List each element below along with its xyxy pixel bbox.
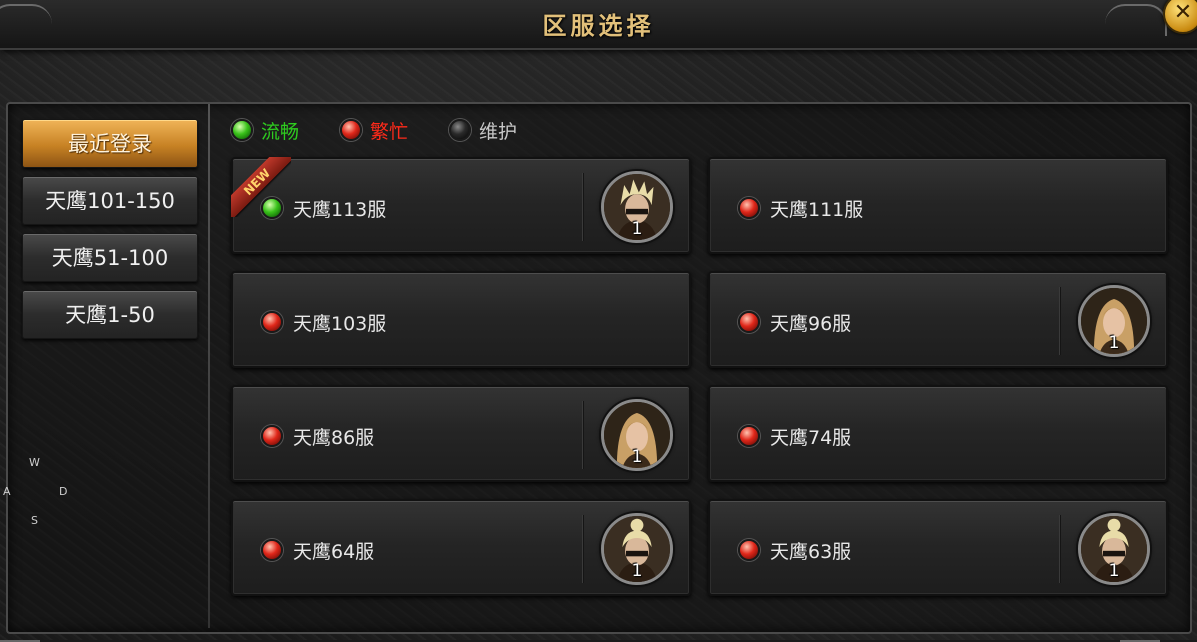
server-name: 天鹰96服 — [770, 313, 852, 335]
status-red-icon — [340, 119, 362, 141]
status-red-icon — [261, 539, 283, 561]
character-level: 1 — [631, 561, 643, 581]
status-red-icon — [261, 425, 283, 447]
server-card-113[interactable]: 天鹰113服 1 NEW — [231, 157, 691, 254]
character-level: 1 — [1108, 333, 1120, 353]
server-card-111[interactable]: 天鹰111服 — [708, 157, 1168, 254]
server-card-64[interactable]: 天鹰64服 1 — [231, 499, 691, 596]
server-card-86[interactable]: 天鹰86服 1 — [231, 385, 691, 482]
panel-divider — [208, 104, 210, 628]
server-name: 天鹰64服 — [293, 541, 375, 563]
tab-recent-login[interactable]: 最近登录 — [22, 119, 198, 168]
server-name: 天鹰63服 — [770, 541, 852, 563]
legend-label: 流畅 — [261, 120, 300, 143]
server-name: 天鹰86服 — [293, 427, 375, 449]
new-badge-label: NEW — [231, 157, 291, 217]
server-name: 天鹰113服 — [293, 199, 387, 221]
window-title: 区服选择 — [542, 12, 655, 40]
status-red-icon — [738, 197, 760, 219]
character-level: 1 — [631, 447, 643, 467]
status-red-icon — [738, 311, 760, 333]
key-hint-w: W — [29, 456, 40, 469]
legend-label: 繁忙 — [370, 120, 409, 143]
card-separator — [582, 173, 583, 241]
server-card-103[interactable]: 天鹰103服 — [231, 271, 691, 368]
character-level: 1 — [1108, 561, 1120, 581]
character-avatar[interactable]: 1 — [601, 513, 673, 585]
character-avatar[interactable]: 1 — [601, 399, 673, 471]
card-separator — [1059, 287, 1060, 355]
legend-maintenance: 维护 — [449, 118, 518, 143]
tab-tianying-101-150[interactable]: 天鹰101-150 — [22, 176, 198, 225]
key-hint-s: S — [31, 514, 38, 527]
character-avatar[interactable]: 1 — [1078, 513, 1150, 585]
character-level: 1 — [631, 219, 643, 239]
key-hint-d: D — [59, 485, 68, 498]
character-avatar[interactable]: 1 — [601, 171, 673, 243]
server-name: 天鹰103服 — [293, 313, 387, 335]
tab-tianying-51-100[interactable]: 天鹰51-100 — [22, 233, 198, 282]
status-red-icon — [738, 425, 760, 447]
title-bar: 区服选择 — [0, 0, 1197, 50]
server-name: 天鹰111服 — [770, 199, 864, 221]
server-card-63[interactable]: 天鹰63服 1 — [708, 499, 1168, 596]
legend-busy: 繁忙 — [340, 118, 409, 143]
legend-label: 维护 — [479, 120, 518, 143]
card-separator — [1059, 515, 1060, 583]
new-badge: NEW — [231, 157, 291, 217]
character-avatar[interactable]: 1 — [1078, 285, 1150, 357]
server-card-96[interactable]: 天鹰96服 1 — [708, 271, 1168, 368]
tab-tianying-1-50[interactable]: 天鹰1-50 — [22, 290, 198, 339]
key-hint-a: A — [3, 485, 11, 498]
status-red-icon — [738, 539, 760, 561]
close-icon: ✕ — [1173, 0, 1193, 25]
legend-smooth: 流畅 — [231, 118, 300, 143]
card-separator — [582, 515, 583, 583]
status-red-icon — [261, 311, 283, 333]
card-separator — [582, 401, 583, 469]
server-name: 天鹰74服 — [770, 427, 852, 449]
server-card-74[interactable]: 天鹰74服 — [708, 385, 1168, 482]
status-green-icon — [231, 119, 253, 141]
status-black-icon — [449, 119, 471, 141]
